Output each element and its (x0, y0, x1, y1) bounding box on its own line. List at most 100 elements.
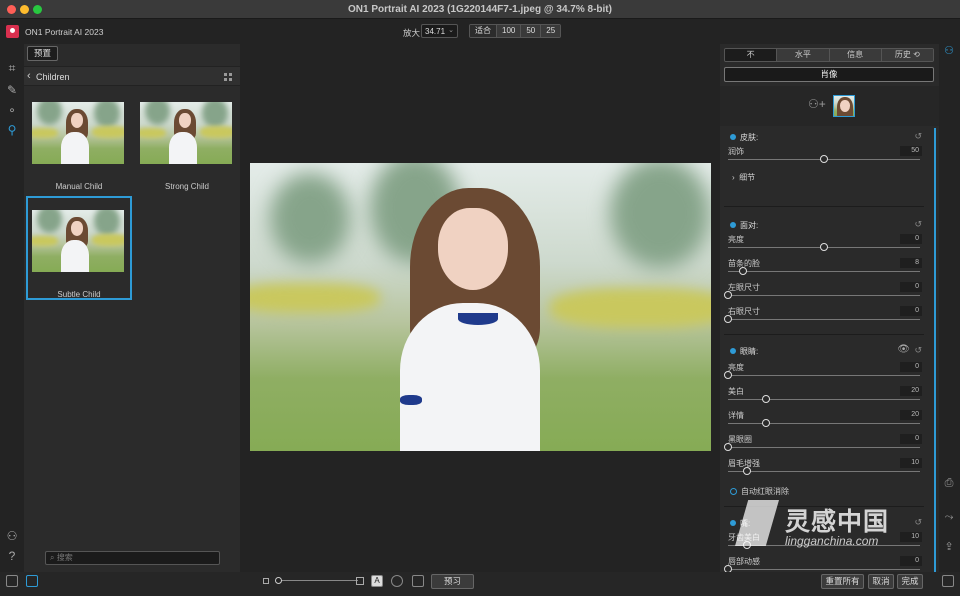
zoom-25-button[interactable]: 25 (540, 25, 561, 37)
face-slider[interactable]: 右眼尺寸 0 (724, 306, 924, 330)
right-panel-toggle-icon[interactable] (942, 575, 954, 587)
detail-expander[interactable]: › 细节 (732, 172, 755, 183)
slider-value[interactable]: 20 (900, 386, 922, 396)
photo-canvas[interactable] (250, 163, 711, 451)
search-input[interactable]: ⌕ 搜索 (45, 551, 220, 565)
share-icon[interactable]: ⤳ (942, 510, 956, 524)
slider-knob[interactable] (724, 315, 732, 323)
reset-icon[interactable]: ↺ (914, 219, 922, 230)
zoom-100-button[interactable]: 100 (496, 25, 521, 37)
slider-track[interactable] (728, 569, 920, 570)
zoom-slider-track[interactable] (280, 580, 358, 581)
face-section-header[interactable]: 面对: ↺ (724, 218, 924, 232)
zoom-in-icon[interactable] (356, 577, 364, 585)
slider-track[interactable] (728, 319, 920, 320)
slider-value[interactable]: 10 (900, 458, 922, 468)
zoom-slider-knob[interactable] (275, 577, 282, 584)
face-slider[interactable]: 左眼尺寸 0 (724, 282, 924, 306)
preset-thumbnail-selected[interactable]: Subtle Child (26, 196, 132, 300)
person-icon[interactable]: ⚇ (4, 528, 20, 544)
slider-knob[interactable] (724, 565, 732, 572)
grid-view-icon[interactable] (224, 73, 232, 81)
portrait-icon[interactable]: ⚲ (4, 122, 20, 138)
preview-button[interactable]: 预习 (431, 574, 474, 589)
slider-track[interactable] (728, 471, 920, 472)
compare-view-icon[interactable] (26, 575, 38, 587)
mask-a-icon[interactable]: A (371, 575, 383, 587)
zoom-out-icon[interactable] (263, 578, 269, 584)
tab-none[interactable]: 不 (725, 49, 777, 61)
tab-history[interactable]: 历史 ⟲ (880, 49, 933, 61)
slider-knob[interactable] (743, 467, 752, 475)
cancel-button[interactable]: 取消 (868, 574, 894, 589)
slider-knob[interactable] (762, 395, 771, 403)
enable-toggle[interactable] (730, 134, 736, 140)
slider-value[interactable]: 0 (900, 556, 922, 566)
presets-tab[interactable]: 预置 (27, 46, 59, 61)
enable-toggle[interactable] (730, 222, 736, 228)
slider-knob[interactable] (739, 267, 748, 275)
zoom-fit-button[interactable]: 适合 (470, 25, 496, 37)
help-icon[interactable]: ? (4, 548, 20, 564)
slider-track[interactable] (728, 399, 920, 400)
skin-section-header[interactable]: 皮肤: ↺ (724, 130, 924, 144)
skin-slider[interactable]: 润饰 50 (724, 146, 924, 170)
slider-track[interactable] (728, 271, 920, 272)
tab-portrait[interactable]: 肖像 (724, 67, 934, 82)
slider-knob[interactable] (724, 443, 732, 451)
slider-value[interactable]: 8 (900, 258, 922, 268)
checkbox-icon[interactable] (730, 488, 737, 495)
zoom-select[interactable]: 34.71 ⌄ (421, 24, 458, 38)
eyes-slider[interactable]: 美白 20 (724, 386, 924, 410)
brush-icon[interactable]: ✎ (4, 82, 20, 98)
overlay-icon[interactable] (391, 575, 403, 587)
slider-knob[interactable] (762, 419, 771, 427)
eyes-slider[interactable]: 黑眼圈 0 (724, 434, 924, 458)
print-icon[interactable]: ⎙ (942, 476, 956, 490)
zoom-50-button[interactable]: 50 (520, 25, 541, 37)
preset-thumbnail[interactable]: Strong Child (134, 96, 240, 200)
face-slider[interactable]: 亮度 0 (724, 234, 924, 258)
done-button[interactable]: 完成 (897, 574, 923, 589)
eyes-slider[interactable]: 详情 20 (724, 410, 924, 434)
slider-value[interactable]: 0 (900, 282, 922, 292)
slider-value[interactable]: 0 (900, 234, 922, 244)
crop-icon[interactable]: ⌗ (4, 60, 20, 76)
face-slider[interactable]: 苗条的脸 8 (724, 258, 924, 282)
face-thumbnail[interactable] (833, 95, 855, 117)
slider-value[interactable]: 50 (900, 146, 922, 156)
slider-track[interactable] (728, 423, 920, 424)
eye-icon[interactable]: 👁 (897, 344, 910, 355)
slider-track[interactable] (728, 375, 920, 376)
slider-knob[interactable] (724, 371, 732, 379)
eyes-slider[interactable]: 眉毛增强 10 (724, 458, 924, 482)
slider-knob[interactable] (820, 155, 828, 163)
slider-value[interactable]: 0 (900, 434, 922, 444)
preset-thumbnail[interactable]: Manual Child (26, 96, 132, 200)
before-after-icon[interactable] (412, 575, 424, 587)
eyes-slider[interactable]: 亮度 0 (724, 362, 924, 386)
retouch-icon[interactable]: ∘ (4, 102, 20, 118)
reset-all-button[interactable]: 重置所有 (821, 574, 864, 589)
slider-value[interactable]: 20 (900, 410, 922, 420)
reset-icon[interactable]: ↺ (914, 345, 922, 356)
slider-knob[interactable] (820, 243, 828, 251)
add-face-icon[interactable]: ⚇+ (808, 97, 826, 111)
export-icon[interactable]: ⇪ (942, 540, 956, 554)
panel-toggle-icon[interactable] (6, 575, 18, 587)
slider-value[interactable]: 0 (900, 362, 922, 372)
slider-value[interactable]: 0 (900, 306, 922, 316)
slider-track[interactable] (728, 295, 920, 296)
mouth-slider[interactable]: 唇部动感 0 (724, 556, 924, 572)
reset-icon[interactable]: ↺ (914, 131, 922, 142)
enable-toggle[interactable] (730, 348, 736, 354)
slider-knob[interactable] (724, 291, 732, 299)
chevron-down-icon: ⌄ (448, 27, 454, 34)
tab-levels[interactable]: 水平 (776, 49, 829, 61)
chevron-left-icon[interactable]: ‹ (27, 70, 31, 82)
person-icon[interactable]: ⚇ (942, 44, 956, 58)
watermark: 灵感中国 lingganchina.com (735, 496, 935, 556)
eyes-section-header[interactable]: 眼睛: 👁 ↺ (724, 344, 924, 358)
slider-track[interactable] (728, 447, 920, 448)
tab-info[interactable]: 信息 (828, 49, 881, 61)
